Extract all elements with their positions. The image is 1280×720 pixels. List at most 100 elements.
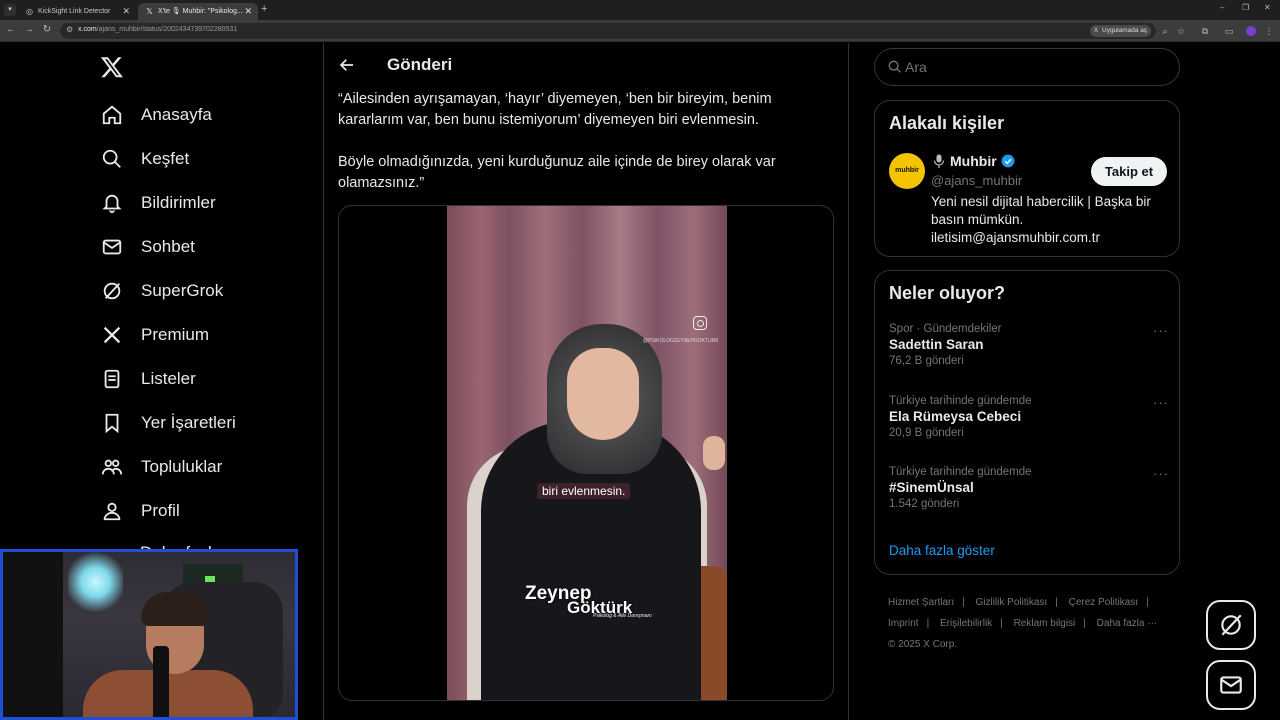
nav-label: Sohbet xyxy=(141,237,195,256)
footer-link[interactable]: Reklam bilgisi xyxy=(1014,618,1076,629)
divider: | xyxy=(1146,597,1149,608)
tab-list-button[interactable]: ▾ xyxy=(4,4,16,16)
reload-icon[interactable]: ↻ xyxy=(40,23,54,37)
instagram-icon xyxy=(693,316,707,330)
nav-item-bookmarks[interactable]: Yer İşaretleri xyxy=(100,409,236,437)
new-tab-button[interactable]: + xyxy=(261,3,267,15)
profile-name[interactable]: Muhbir xyxy=(933,153,1015,169)
mail-icon xyxy=(100,235,124,259)
tab-x-post[interactable]: 𝕏 X'te 🎙 Muhbir: "Psikolog... ✕ xyxy=(138,3,258,20)
close-window-icon[interactable]: ✕ xyxy=(1264,3,1271,12)
nav-item-messages[interactable]: Sohbet xyxy=(100,233,195,261)
home-icon xyxy=(100,103,124,127)
close-tab-icon[interactable]: ✕ xyxy=(122,3,130,20)
footer-link[interactable]: Erişilebilirlik xyxy=(940,618,992,629)
footer-link[interactable]: Daha fazla ··· xyxy=(1097,618,1158,629)
extensions-icon[interactable]: ⧉ xyxy=(1198,24,1212,38)
trend-item[interactable]: Spor · Gündemdekiler Sadettin Saran 76,2… xyxy=(889,323,1169,367)
zoom-icon[interactable]: ⌕ xyxy=(1158,24,1172,38)
more-options-icon[interactable]: ··· xyxy=(1153,395,1169,410)
related-people-card: Alakalı kişiler muhbir Muhbir @ajans_muh… xyxy=(874,100,1180,257)
follow-button[interactable]: Takip et xyxy=(1091,157,1167,186)
trend-meta: Spor · Gündemdekiler xyxy=(889,323,1002,335)
card-title: Neler oluyor? xyxy=(889,283,1006,303)
post-column: Gönderi “Ailesinden ayrışamayan, ‘hayır’… xyxy=(324,43,848,720)
microphone xyxy=(153,646,169,717)
nav-label: SuperGrok xyxy=(141,281,224,300)
star-icon[interactable]: ☆ xyxy=(1174,24,1188,38)
trend-count: 20,9 B gönderi xyxy=(889,427,964,439)
nav-label: Yer İşaretleri xyxy=(141,413,236,432)
trend-meta: Türkiye tarihinde gündemde xyxy=(889,466,1032,478)
trend-topic: Ela Rümeysa Cebeci xyxy=(889,409,1022,424)
video-frame[interactable]: @PSIKOLOGZEYNEPGOKTURK biri evlenmesin. … xyxy=(447,206,727,700)
webcam-overlay xyxy=(0,549,298,720)
menu-icon[interactable]: ⋮ xyxy=(1262,24,1276,38)
post-paragraph: Böyle olmadığınızda, yeni kurduğunuz ail… xyxy=(338,154,776,191)
maximize-icon[interactable]: ❐ xyxy=(1242,3,1249,12)
profile-avatar[interactable] xyxy=(1246,26,1256,36)
trend-topic: #SinemÜnsal xyxy=(889,480,974,495)
nav-item-profile[interactable]: Profil xyxy=(100,497,180,525)
video-watermark-sub: Psikolog & Aile Danışmanı xyxy=(593,613,652,619)
card-title: Alakalı kişiler xyxy=(889,113,1005,133)
nav-label: Premium xyxy=(141,325,210,344)
nav-label: Anasayfa xyxy=(141,105,212,124)
nav-item-notifications[interactable]: Bildirimler xyxy=(100,189,216,217)
minimize-icon[interactable]: – xyxy=(1220,3,1224,12)
post-header: Gönderi xyxy=(324,43,848,87)
x-icon: 𝕏 xyxy=(146,7,153,16)
footer-link[interactable]: Gizlilik Politikası xyxy=(976,597,1048,608)
profile-handle[interactable]: @ajans_muhbir xyxy=(931,173,1022,188)
webcam-scene xyxy=(141,592,209,626)
trend-item[interactable]: Türkiye tarihinde gündemde #SinemÜnsal 1… xyxy=(889,466,1169,510)
divider: | xyxy=(1000,618,1003,629)
trend-count: 1.542 gönderi xyxy=(889,498,960,510)
nav-item-explore[interactable]: Keşfet xyxy=(100,145,189,173)
footer-link[interactable]: Hizmet Şartları xyxy=(888,597,954,608)
nav-item-premium[interactable]: Premium xyxy=(100,321,209,349)
grok-fab-button[interactable] xyxy=(1206,600,1256,650)
more-options-icon[interactable]: ··· xyxy=(1153,466,1169,481)
show-more-link[interactable]: Daha fazla göster xyxy=(889,543,995,558)
close-tab-icon[interactable]: ✕ xyxy=(244,3,252,20)
forward-icon[interactable]: → xyxy=(22,23,36,37)
bell-icon xyxy=(100,191,124,215)
back-arrow-icon[interactable] xyxy=(338,56,356,74)
webcam-scene xyxy=(3,552,63,717)
x-logo-icon[interactable] xyxy=(100,55,126,81)
nav-item-supergrok[interactable]: SuperGrok xyxy=(100,277,223,305)
tab-kicksight[interactable]: ◎ KickSight Link Detector ✕ xyxy=(18,3,136,20)
search-icon xyxy=(100,147,124,171)
open-in-app-button[interactable]: Uygulamada aç xyxy=(1090,25,1152,37)
nav-item-home[interactable]: Anasayfa xyxy=(100,101,212,129)
grok-icon xyxy=(1221,614,1242,636)
search-box[interactable]: Ara xyxy=(874,48,1180,86)
avatar[interactable]: muhbir xyxy=(889,153,925,189)
microphone-icon xyxy=(933,154,945,168)
messages-fab-button[interactable] xyxy=(1206,660,1256,710)
video-player[interactable]: @PSIKOLOGZEYNEPGOKTURK biri evlenmesin. … xyxy=(338,205,834,701)
nav-label: Listeler xyxy=(141,369,196,388)
search-icon xyxy=(888,60,901,73)
footer-link[interactable]: Imprint xyxy=(888,618,919,629)
post-paragraph: “Ailesinden ayrışamayan, ‘hayır’ diyemey… xyxy=(338,91,772,128)
nav-item-lists[interactable]: Listeler xyxy=(100,365,196,393)
person-icon xyxy=(100,499,124,523)
nav-label: Keşfet xyxy=(141,149,190,168)
divider: | xyxy=(926,618,930,629)
verified-badge-icon xyxy=(1001,154,1015,168)
search-input[interactable]: Ara xyxy=(905,59,927,75)
nav-item-communities[interactable]: Topluluklar xyxy=(100,453,222,481)
trend-item[interactable]: Türkiye tarihinde gündemde Ela Rümeysa C… xyxy=(889,395,1169,439)
browser-tab-bar: ▾ ◎ KickSight Link Detector ✕ 𝕏 X'te 🎙 M… xyxy=(0,0,1280,20)
nav-label: Bildirimler xyxy=(141,193,216,212)
site-info-icon[interactable]: ⚙ xyxy=(66,25,73,34)
more-options-icon[interactable]: ··· xyxy=(1153,323,1169,338)
address-bar[interactable]: ⚙ x.com/ajans_muhbir/status/200243473970… xyxy=(60,23,1156,39)
trend-topic: Sadettin Saran xyxy=(889,337,984,352)
back-icon[interactable]: ← xyxy=(4,23,18,37)
video-caption: biri evlenmesin. xyxy=(537,483,631,499)
sidepanel-icon[interactable]: ▭ xyxy=(1222,24,1236,38)
footer-link[interactable]: Çerez Politikası xyxy=(1069,597,1138,608)
